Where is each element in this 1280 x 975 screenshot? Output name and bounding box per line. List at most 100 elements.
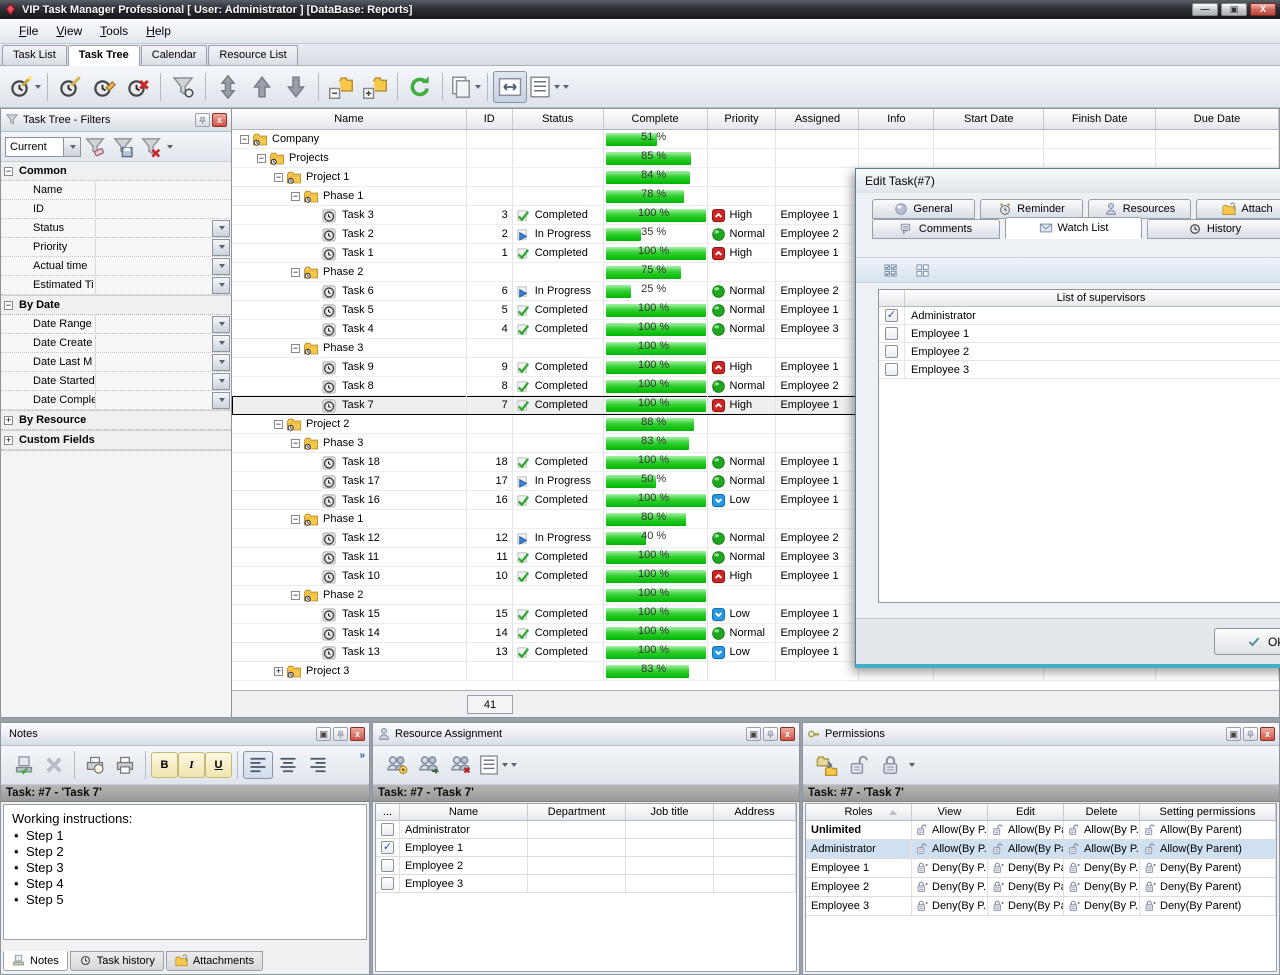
add-subtask-button[interactable] bbox=[53, 71, 87, 103]
collapse-icon[interactable]: − bbox=[274, 420, 283, 429]
permission-row[interactable]: UnlimitedAllow(By P.Allow(By PaAllow(By … bbox=[806, 821, 1276, 840]
dialog-tab-reminder[interactable]: Reminder bbox=[980, 199, 1083, 219]
permission-row[interactable]: Employee 2Deny(By P.Deny(By PaDeny(By P.… bbox=[806, 878, 1276, 897]
refresh-button[interactable] bbox=[403, 71, 437, 103]
filter-clear-button[interactable] bbox=[137, 134, 165, 160]
column-header-start-date[interactable]: Start Date bbox=[934, 109, 1044, 129]
resource-row[interactable]: Employee 1 bbox=[376, 839, 796, 857]
expand-all-button[interactable] bbox=[358, 71, 392, 103]
resource-row[interactable]: Employee 3 bbox=[376, 875, 796, 893]
print-preview-button[interactable] bbox=[80, 751, 110, 779]
tree-row-group[interactable]: −Projects85 % bbox=[232, 149, 1279, 168]
supervisor-row[interactable]: Employee 2 bbox=[879, 343, 1280, 361]
checkbox[interactable] bbox=[381, 859, 394, 872]
restore-button[interactable]: ▣ bbox=[1221, 3, 1247, 16]
filter-field-value[interactable] bbox=[95, 372, 212, 390]
chevron-down-icon[interactable] bbox=[502, 763, 508, 767]
toolbar-overflow-icon[interactable] bbox=[511, 763, 517, 767]
move-down-button[interactable] bbox=[279, 71, 313, 103]
expand-icon[interactable]: + bbox=[4, 416, 13, 425]
move-up-button[interactable] bbox=[245, 71, 279, 103]
checkbox[interactable] bbox=[885, 363, 898, 376]
notes-tab-task-history[interactable]: Task history bbox=[70, 951, 164, 971]
dialog-tab-resources[interactable]: Resources bbox=[1088, 199, 1191, 219]
filter-preset-select[interactable]: Current bbox=[5, 137, 81, 157]
notes-tab-notes[interactable]: Notes bbox=[3, 951, 68, 971]
menu-item-file[interactable]: File bbox=[10, 21, 47, 41]
minimize-button[interactable]: — bbox=[1192, 3, 1218, 16]
supervisor-row[interactable]: Administrator bbox=[879, 307, 1280, 325]
permissions-col-edit[interactable]: Edit bbox=[988, 804, 1064, 820]
menu-item-tools[interactable]: Tools bbox=[91, 21, 137, 41]
delete-note-button[interactable] bbox=[39, 751, 69, 779]
notes-tab-attachments[interactable]: Attachments bbox=[166, 951, 263, 971]
pin-icon[interactable] bbox=[763, 727, 778, 741]
chevron-down-icon[interactable] bbox=[212, 373, 230, 390]
dialog-title-bar[interactable]: Edit Task(#7) bbox=[856, 169, 1280, 193]
collapse-icon[interactable]: − bbox=[291, 515, 300, 524]
toolbar-more-icon[interactable]: » bbox=[359, 750, 365, 761]
unlock-permissions-button[interactable] bbox=[843, 751, 875, 779]
tab-task-list[interactable]: Task List bbox=[2, 45, 67, 65]
insert-note-button[interactable] bbox=[9, 751, 39, 779]
chevron-down-icon[interactable] bbox=[212, 316, 230, 333]
filter-field-value[interactable] bbox=[95, 219, 212, 237]
filter-tasks-button[interactable] bbox=[166, 71, 200, 103]
resource-row[interactable]: Administrator bbox=[376, 821, 796, 839]
supervisor-row[interactable]: Employee 1 bbox=[879, 325, 1280, 343]
dialog-tab-history[interactable]: History bbox=[1147, 219, 1280, 239]
lock-permissions-button[interactable] bbox=[875, 751, 907, 779]
filter-apply-button[interactable] bbox=[81, 134, 109, 160]
dialog-tab-general[interactable]: General bbox=[872, 199, 975, 219]
expand-icon[interactable]: + bbox=[274, 667, 283, 676]
chevron-down-icon[interactable] bbox=[212, 239, 230, 256]
permission-row[interactable]: Employee 1Deny(By P.Deny(By PaDeny(By P.… bbox=[806, 859, 1276, 878]
filter-field-value[interactable] bbox=[95, 181, 231, 199]
align-left-button[interactable] bbox=[243, 751, 273, 779]
align-center-button[interactable] bbox=[273, 751, 303, 779]
toolbar-overflow-icon[interactable] bbox=[563, 85, 569, 89]
collapse-icon[interactable]: − bbox=[257, 154, 266, 163]
close-panel-icon[interactable]: x bbox=[780, 727, 795, 741]
dialog-tab-watch-list[interactable]: Watch List bbox=[1005, 217, 1142, 239]
copy-task-button[interactable] bbox=[448, 71, 482, 103]
chevron-down-icon[interactable] bbox=[554, 85, 560, 89]
permissions-col-setting-permissions[interactable]: Setting permissions bbox=[1140, 804, 1276, 820]
column-header-complete[interactable]: Complete bbox=[604, 109, 708, 129]
copy-permissions-button[interactable] bbox=[811, 751, 843, 779]
collapse-icon[interactable]: − bbox=[4, 167, 13, 176]
reassign-resources-button[interactable] bbox=[413, 751, 445, 779]
column-header-name[interactable]: Name bbox=[232, 109, 467, 129]
pin-icon[interactable] bbox=[195, 113, 210, 127]
filter-field-value[interactable] bbox=[95, 391, 212, 409]
notes-content[interactable]: Working instructions: Step 1Step 2Step 3… bbox=[3, 804, 367, 940]
fit-columns-button[interactable] bbox=[493, 71, 527, 103]
resource-details-button[interactable] bbox=[477, 751, 509, 779]
toolbar-overflow-icon[interactable] bbox=[909, 763, 915, 767]
collapse-icon[interactable]: − bbox=[291, 591, 300, 600]
menu-item-help[interactable]: Help bbox=[137, 21, 180, 41]
dialog-tab-comments[interactable]: Comments bbox=[872, 219, 1000, 239]
close-panel-icon[interactable]: x bbox=[1260, 727, 1275, 741]
filter-field-value[interactable] bbox=[95, 334, 212, 352]
permission-row[interactable]: Employee 3Deny(By P.Deny(By PaDeny(By P.… bbox=[806, 897, 1276, 916]
tab-resource-list[interactable]: Resource List bbox=[208, 45, 297, 65]
close-button[interactable]: X bbox=[1250, 3, 1276, 16]
collapse-all-button[interactable] bbox=[324, 71, 358, 103]
collapse-icon[interactable]: − bbox=[291, 344, 300, 353]
permissions-col-roles[interactable]: Roles bbox=[806, 804, 912, 820]
filter-save-button[interactable] bbox=[109, 134, 137, 160]
checkbox[interactable] bbox=[381, 877, 394, 890]
filter-field-value[interactable] bbox=[95, 257, 212, 275]
close-panel-icon[interactable]: x bbox=[350, 727, 365, 741]
resource-col-job-title[interactable]: Job title bbox=[626, 804, 714, 820]
column-header-assigned[interactable]: Assigned bbox=[776, 109, 859, 129]
collapse-icon[interactable]: − bbox=[274, 173, 283, 182]
chevron-down-icon[interactable] bbox=[475, 85, 481, 89]
underline-button[interactable]: U bbox=[205, 752, 232, 778]
restore-panel-icon[interactable]: ▣ bbox=[746, 727, 761, 741]
chevron-down-icon[interactable] bbox=[63, 138, 80, 156]
chevron-down-icon[interactable] bbox=[212, 354, 230, 371]
check-all-button[interactable] bbox=[880, 259, 902, 281]
resource-col-department[interactable]: Department bbox=[528, 804, 626, 820]
